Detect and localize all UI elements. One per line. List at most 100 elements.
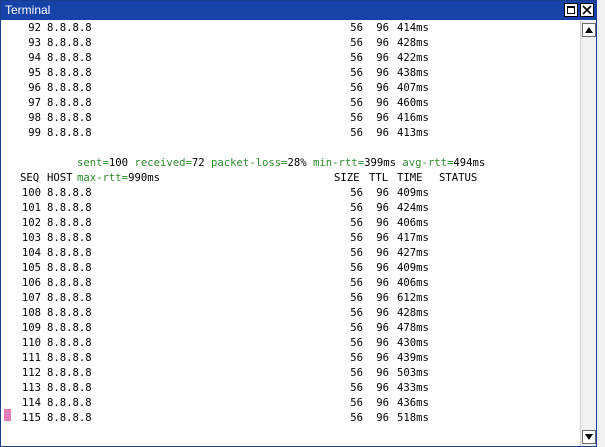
ping-row: 106 8.8.8.8 56 96 406ms — [3, 276, 579, 291]
ping-time: 428ms — [397, 37, 429, 49]
ping-size: 56 — [350, 67, 363, 79]
ping-seq: 102 — [21, 217, 41, 229]
window-title: Terminal — [5, 3, 51, 17]
ping-ttl: 96 — [376, 112, 389, 124]
ping-ttl: 96 — [376, 412, 389, 424]
ping-time: 422ms — [397, 52, 429, 64]
ping-size: 56 — [350, 187, 363, 199]
ping-row: 108 8.8.8.8 56 96 428ms — [3, 306, 579, 321]
terminal-output[interactable]: 92 8.8.8.8 56 96 414ms 93 8.8.8.8 56 96 428ms 94 8.… — [3, 21, 579, 446]
arrow-down-icon[interactable] — [582, 430, 596, 444]
ping-seq: 92 — [28, 22, 41, 34]
ping-seq: 104 — [21, 247, 41, 259]
ping-ttl: 96 — [376, 67, 389, 79]
ping-size: 56 — [350, 262, 363, 274]
ping-row: 97 8.8.8.8 56 96 460ms — [3, 96, 579, 111]
ping-host: 8.8.8.8 — [47, 277, 92, 289]
ping-host: 8.8.8.8 — [47, 232, 92, 244]
header-size: SIZE — [334, 172, 360, 184]
ping-seq: 98 — [28, 112, 41, 124]
ping-host: 8.8.8.8 — [47, 382, 92, 394]
statistics-line-1: sent=100 received=72 packet-loss=28% min… — [77, 157, 486, 169]
ping-time: 424ms — [397, 202, 429, 214]
ping-host: 8.8.8.8 — [47, 322, 92, 334]
header-host: HOST — [47, 172, 73, 184]
ping-size: 56 — [350, 292, 363, 304]
ping-row: 95 8.8.8.8 56 96 438ms — [3, 66, 579, 81]
maximize-icon[interactable] — [564, 3, 578, 17]
ping-host: 8.8.8.8 — [47, 67, 92, 79]
ping-host: 8.8.8.8 — [47, 202, 92, 214]
ping-host: 8.8.8.8 — [47, 82, 92, 94]
ping-seq: 99 — [28, 127, 41, 139]
ping-time: 409ms — [397, 262, 429, 274]
ping-size: 56 — [350, 82, 363, 94]
ping-time: 417ms — [397, 232, 429, 244]
ping-time: 414ms — [397, 22, 429, 34]
ping-seq: 113 — [21, 382, 41, 394]
ping-host: 8.8.8.8 — [47, 262, 92, 274]
ping-time: 406ms — [397, 217, 429, 229]
ping-seq: 107 — [21, 292, 41, 304]
ping-time: 436ms — [397, 397, 429, 409]
ping-host: 8.8.8.8 — [47, 412, 92, 424]
ping-row: 103 8.8.8.8 56 96 417ms — [3, 231, 579, 246]
ping-size: 56 — [350, 247, 363, 259]
ping-ttl: 96 — [376, 307, 389, 319]
title-bar[interactable]: Terminal — [1, 1, 596, 20]
ping-host: 8.8.8.8 — [47, 217, 92, 229]
ping-time: 428ms — [397, 307, 429, 319]
ping-ttl: 96 — [376, 367, 389, 379]
ping-time: 478ms — [397, 322, 429, 334]
ping-row: 92 8.8.8.8 56 96 414ms — [3, 21, 579, 36]
ping-time: 612ms — [397, 292, 429, 304]
ping-time: 406ms — [397, 277, 429, 289]
table-header: SEQ HOST SIZE TTL TIME STATUS — [3, 171, 579, 186]
ping-seq: 103 — [21, 232, 41, 244]
ping-size: 56 — [350, 397, 363, 409]
ping-size: 56 — [350, 22, 363, 34]
ping-host: 8.8.8.8 — [47, 52, 92, 64]
ping-size: 56 — [350, 322, 363, 334]
ping-size: 56 — [350, 127, 363, 139]
ping-seq: 110 — [21, 337, 41, 349]
ping-row: 98 8.8.8.8 56 96 416ms — [3, 111, 579, 126]
ping-host: 8.8.8.8 — [47, 97, 92, 109]
ping-host: 8.8.8.8 — [47, 337, 92, 349]
ping-time: 427ms — [397, 247, 429, 259]
ping-time: 460ms — [397, 97, 429, 109]
ping-time: 430ms — [397, 337, 429, 349]
ping-size: 56 — [350, 112, 363, 124]
ping-seq: 96 — [28, 82, 41, 94]
terminal-cursor — [4, 409, 11, 421]
background-edge — [597, 0, 605, 447]
ping-host: 8.8.8.8 — [47, 397, 92, 409]
ping-ttl: 96 — [376, 217, 389, 229]
ping-seq: 93 — [28, 37, 41, 49]
ping-row: 110 8.8.8.8 56 96 430ms — [3, 336, 579, 351]
ping-host: 8.8.8.8 — [47, 187, 92, 199]
ping-seq: 106 — [21, 277, 41, 289]
ping-seq: 97 — [28, 97, 41, 109]
ping-seq: 109 — [21, 322, 41, 334]
ping-size: 56 — [350, 367, 363, 379]
ping-row: 105 8.8.8.8 56 96 409ms — [3, 261, 579, 276]
ping-row: 104 8.8.8.8 56 96 427ms — [3, 246, 579, 261]
ping-time: 433ms — [397, 382, 429, 394]
ping-ttl: 96 — [376, 232, 389, 244]
ping-time: 439ms — [397, 352, 429, 364]
ping-row: 112 8.8.8.8 56 96 503ms — [3, 366, 579, 381]
ping-ttl: 96 — [376, 322, 389, 334]
header-time: TIME — [397, 172, 423, 184]
ping-size: 56 — [350, 37, 363, 49]
ping-ttl: 96 — [376, 292, 389, 304]
ping-row: 107 8.8.8.8 56 96 612ms — [3, 291, 579, 306]
ping-host: 8.8.8.8 — [47, 37, 92, 49]
ping-size: 56 — [350, 337, 363, 349]
arrow-up-icon[interactable] — [582, 23, 596, 37]
ping-row: 114 8.8.8.8 56 96 436ms — [3, 396, 579, 411]
vertical-scrollbar[interactable] — [580, 21, 596, 446]
close-icon[interactable] — [580, 3, 594, 17]
ping-row: 102 8.8.8.8 56 96 406ms — [3, 216, 579, 231]
ping-time: 409ms — [397, 187, 429, 199]
